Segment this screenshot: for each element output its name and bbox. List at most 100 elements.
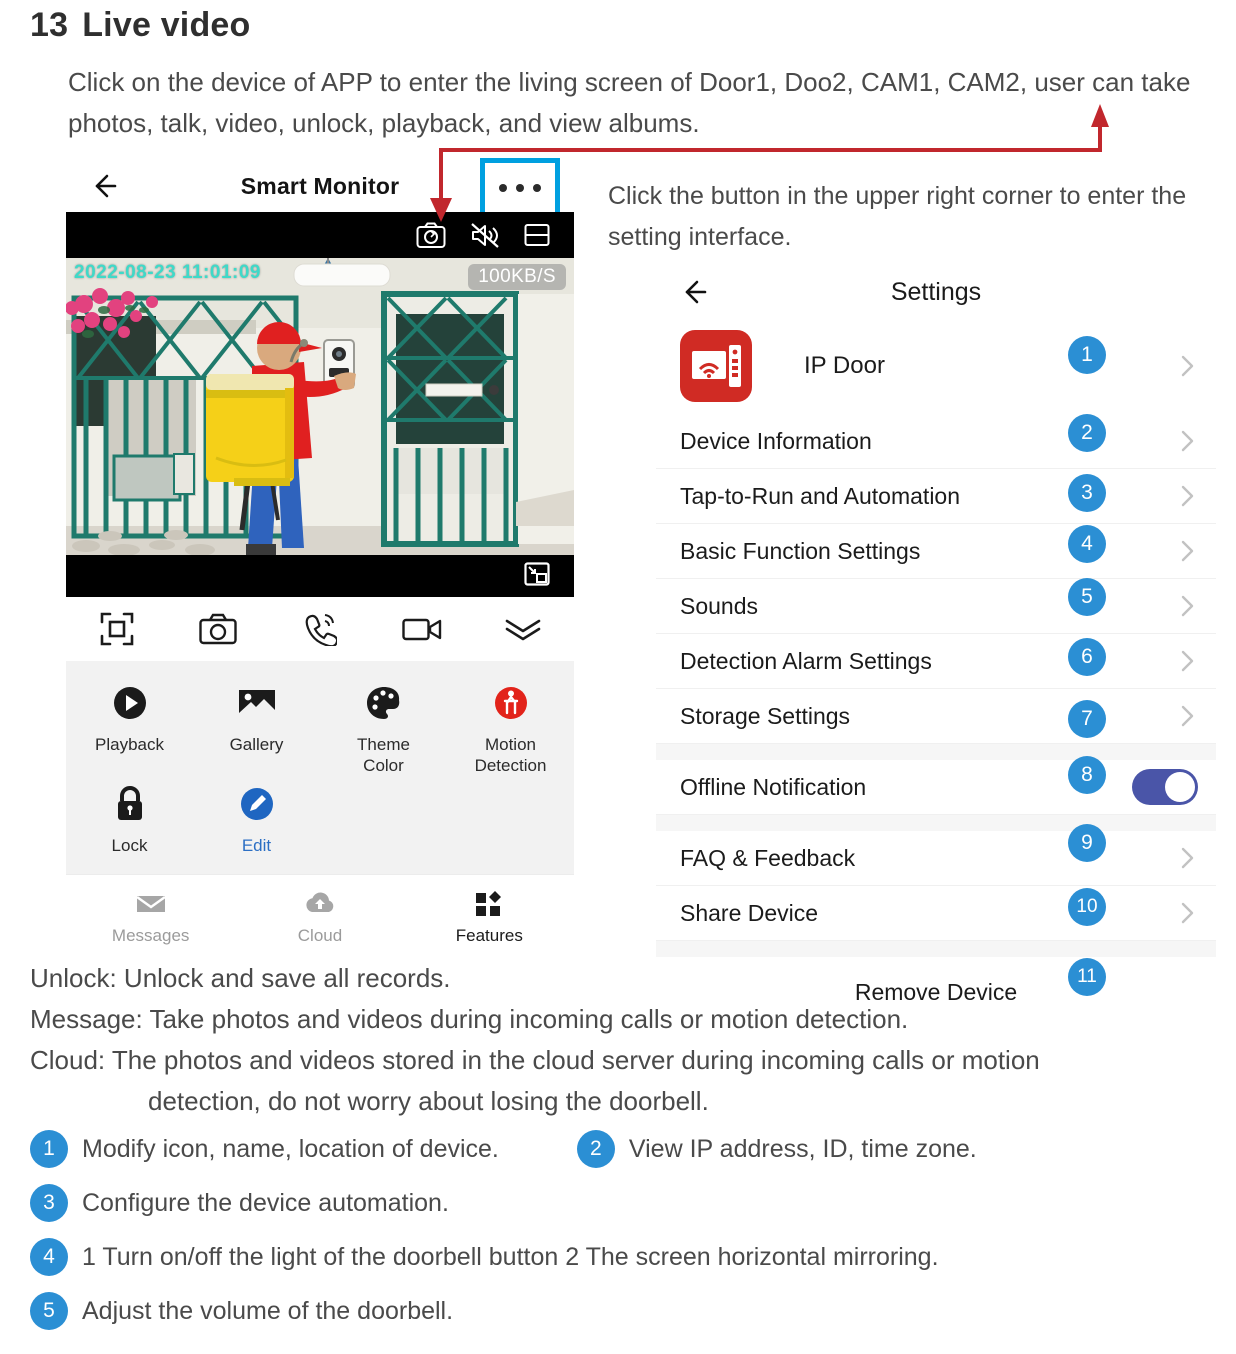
settings-row-device-information[interactable]: Device Information <box>656 414 1216 469</box>
legend-row-2: 3 Configure the device automation. <box>30 1184 1220 1222</box>
legend-badge: 3 <box>30 1184 68 1222</box>
section-intro: Click on the device of APP to enter the … <box>68 67 1191 138</box>
palette-icon <box>365 681 403 725</box>
feature-label: Playback <box>95 735 164 754</box>
feature-playback[interactable]: Playback <box>66 675 193 776</box>
mute-icon[interactable] <box>470 222 500 249</box>
feature-label: Edit <box>241 836 272 855</box>
settings-row-tap-to-run-and-automation[interactable]: Tap-to-Run and Automation <box>656 469 1216 524</box>
lock-icon <box>113 782 147 826</box>
play-icon <box>111 681 149 725</box>
feature-row-1: Playback Gallery Theme Color Motion Dete… <box>66 675 574 776</box>
row-label: Share Device <box>680 899 819 926</box>
tab-label: Messages <box>111 925 190 945</box>
device-name: IP Door <box>804 352 885 379</box>
chevron-right-icon <box>1181 650 1194 672</box>
settings-row-detection-alarm-settings[interactable]: Detection Alarm Settings <box>656 634 1216 689</box>
mail-icon <box>135 887 167 921</box>
settings-row-storage-settings[interactable]: Storage Settings <box>656 689 1216 744</box>
settings-row-basic-function-settings[interactable]: Basic Function Settings <box>656 524 1216 579</box>
feature-label-line1: Motion <box>484 735 536 754</box>
callout-badge-11: 11 <box>1068 958 1106 996</box>
legend-text: Modify icon, name, location of device. <box>82 1135 499 1163</box>
gallery-icon <box>237 681 277 725</box>
settings-group-separator <box>656 815 1216 831</box>
callout-badge-7: 7 <box>1068 700 1106 738</box>
feature-label: Lock <box>111 836 148 855</box>
snapshot-icon[interactable] <box>416 222 446 249</box>
feature-gallery[interactable]: Gallery <box>193 675 320 776</box>
fullscreen-icon[interactable] <box>94 609 140 649</box>
picture-in-picture-icon[interactable] <box>524 561 550 591</box>
settings-row-share-device[interactable]: Share Device <box>656 886 1216 941</box>
chevron-right-icon <box>1181 595 1194 617</box>
feature-label-line2: Color <box>363 756 404 775</box>
split-screen-icon[interactable] <box>524 222 550 248</box>
legend-item-5: 5 Adjust the volume of the doorbell. <box>30 1292 453 1330</box>
legend-badge: 4 <box>30 1238 68 1276</box>
talk-icon[interactable] <box>297 609 343 649</box>
feature-label-line1: Theme <box>357 735 410 754</box>
legend-text: 1 Turn on/off the light of the doorbell … <box>82 1243 939 1271</box>
more-options-icon[interactable] <box>480 158 560 218</box>
row-label: Sounds <box>680 592 759 619</box>
settings-row-sounds[interactable]: Sounds <box>656 579 1216 634</box>
chevron-right-icon <box>1181 902 1194 924</box>
legend-item-1: 1 Modify icon, name, location of device. <box>30 1130 499 1168</box>
callout-badge-6: 6 <box>1068 638 1106 676</box>
description-line-3: Cloud: The photos and videos stored in t… <box>30 1045 1040 1075</box>
chevron-right-icon <box>1181 430 1194 452</box>
callout-badge-2: 2 <box>1068 414 1106 452</box>
tab-features[interactable]: Features <box>405 887 574 946</box>
live-video-player[interactable]: 2022-08-23 11:01:09 100KB/S <box>66 212 574 597</box>
settings-row-faq-and-feedback[interactable]: FAQ & Feedback <box>656 831 1216 886</box>
settings-group-separator <box>656 941 1216 957</box>
callout-badge-10: 10 <box>1068 888 1106 926</box>
toggle-knob <box>1165 772 1195 802</box>
settings-header: Settings <box>656 266 1216 318</box>
feature-edit[interactable]: Edit <box>193 776 320 856</box>
back-arrow-icon[interactable] <box>90 171 120 201</box>
row-label: Offline Notification <box>680 773 867 800</box>
legend-row-1: 1 Modify icon, name, location of device.… <box>30 1130 1220 1168</box>
settings-panel: Settings IP Door Device Information Tap-… <box>656 266 1216 1027</box>
tab-cloud[interactable]: Cloud <box>235 887 404 946</box>
descriptions-block: Unlock: Unlock and save all records. Mes… <box>30 958 1220 1122</box>
player-controls <box>66 597 574 661</box>
legend-text: Configure the device automation. <box>82 1189 449 1217</box>
chevron-right-icon <box>1181 355 1194 377</box>
legend-badge: 2 <box>576 1130 615 1168</box>
legend-item-2: 2 View IP address, ID, time zone. <box>576 1130 977 1168</box>
ip-door-icon <box>680 330 752 402</box>
feature-grid: Playback Gallery Theme Color Motion Dete… <box>66 661 574 874</box>
video-bottom-toolbar <box>66 555 574 597</box>
manual-page: 13 Live video Click on the device of APP … <box>0 0 1236 1354</box>
feature-label-line2: Detection <box>474 756 547 775</box>
settings-group-separator <box>656 744 1216 760</box>
row-label: Detection Alarm Settings <box>680 647 932 674</box>
record-icon[interactable] <box>399 609 445 649</box>
description-line-2: Message: Take photos and videos during i… <box>30 1004 909 1034</box>
settings-row-offline-notification[interactable]: Offline Notification <box>656 760 1216 815</box>
legend-item-3: 3 Configure the device automation. <box>30 1184 449 1222</box>
feature-label: Motion Detection <box>475 734 547 776</box>
feature-label: Gallery <box>229 735 284 754</box>
legend-row-3: 4 1 Turn on/off the light of the doorbel… <box>30 1238 1220 1276</box>
collapse-icon[interactable] <box>500 609 546 649</box>
settings-title: Settings <box>890 277 982 306</box>
camera-icon[interactable] <box>195 609 241 649</box>
feature-theme-color[interactable]: Theme Color <box>320 675 447 776</box>
callout-badge-1: 1 <box>1068 336 1106 374</box>
callout-badge-4: 4 <box>1068 525 1106 563</box>
back-arrow-icon[interactable] <box>680 277 710 307</box>
feature-motion-detection[interactable]: Motion Detection <box>447 675 574 776</box>
feature-empty-2 <box>447 776 574 856</box>
chevron-right-icon <box>1181 540 1194 562</box>
offline-notification-toggle[interactable] <box>1132 769 1198 805</box>
settings-device-card[interactable]: IP Door <box>656 318 1216 414</box>
chevron-right-icon <box>1181 485 1194 507</box>
feature-label: Theme Color <box>357 734 410 776</box>
callout-badge-9: 9 <box>1068 824 1106 862</box>
feature-lock[interactable]: Lock <box>66 776 193 856</box>
tab-messages[interactable]: Messages <box>66 887 235 946</box>
